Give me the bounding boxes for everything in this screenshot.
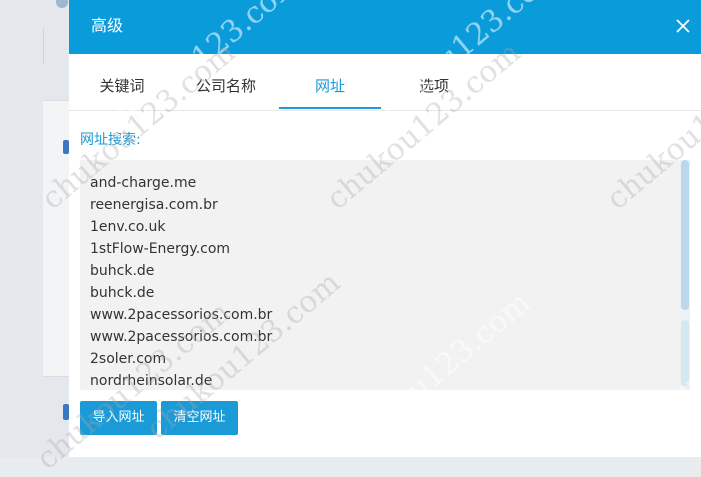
url-item: buhck.de xyxy=(90,260,272,282)
divider xyxy=(43,28,44,64)
url-item: 2soler.com xyxy=(90,348,272,370)
url-item: reenergisa.com.br xyxy=(90,194,272,216)
background-app xyxy=(0,0,69,457)
tab-options[interactable]: 选项 xyxy=(391,54,477,109)
scrollbar-thumb[interactable] xyxy=(681,160,689,310)
tab-url[interactable]: 网址 xyxy=(279,54,381,109)
url-item: www.2pacessorios.com.br xyxy=(90,326,272,348)
url-search-label: 网址搜索: xyxy=(80,129,141,149)
scrollbar-track[interactable] xyxy=(681,320,689,386)
url-item: buhck.de xyxy=(90,282,272,304)
advanced-dialog: 高级 关键词 公司名称 网址 选项 网址搜索: and-charge.me re… xyxy=(69,0,701,457)
tab-bar: 关键词 公司名称 网址 选项 xyxy=(69,54,701,111)
dialog-titlebar: 高级 xyxy=(69,0,701,54)
import-urls-button[interactable]: 导入网址 xyxy=(80,401,157,435)
tab-company-name[interactable]: 公司名称 xyxy=(183,54,269,109)
url-item: 1env.co.uk xyxy=(90,216,272,238)
url-list: and-charge.me reenergisa.com.br 1env.co.… xyxy=(90,172,272,390)
globe-icon xyxy=(56,0,68,8)
url-item: and-charge.me xyxy=(90,172,272,194)
url-item: 1stFlow-Energy.com xyxy=(90,238,272,260)
close-icon[interactable] xyxy=(671,14,695,38)
url-item: www.2pacessorios.com.br xyxy=(90,304,272,326)
clear-urls-button[interactable]: 清空网址 xyxy=(161,401,238,435)
dialog-title: 高级 xyxy=(91,16,123,36)
url-textarea[interactable]: and-charge.me reenergisa.com.br 1env.co.… xyxy=(80,160,690,390)
tab-keywords[interactable]: 关键词 xyxy=(79,54,165,109)
url-item: nordrheinsolar.de xyxy=(90,370,272,390)
textarea-scrollbar[interactable] xyxy=(680,160,690,390)
